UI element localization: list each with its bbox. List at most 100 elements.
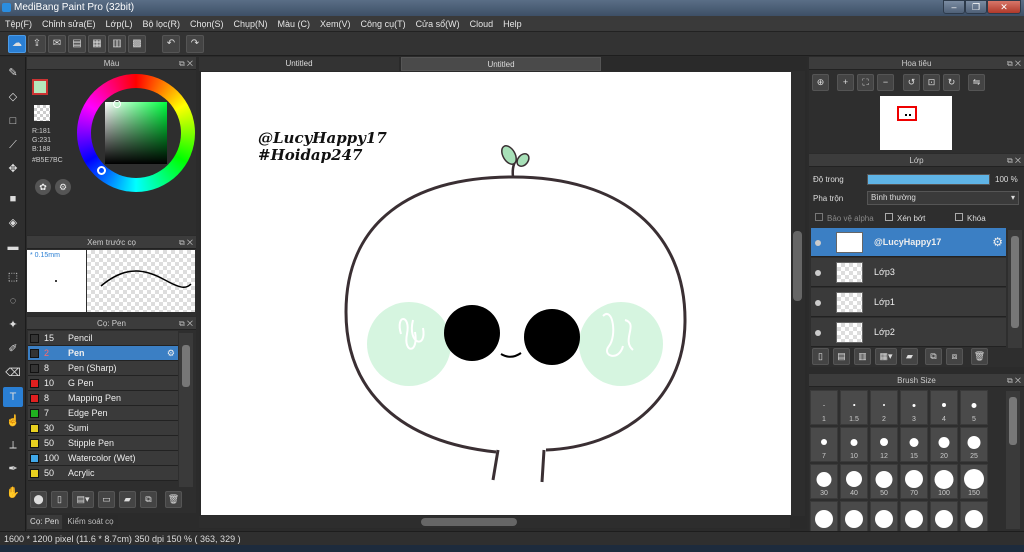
select-tool-icon[interactable]: ⬚	[3, 267, 23, 287]
panel-controls-icon[interactable]: ⧉ ✕	[1007, 374, 1021, 387]
brush-row[interactable]: 50 Acrylic	[28, 466, 178, 481]
merge-layer-icon[interactable]: ⧈	[946, 348, 963, 365]
brush-size-option[interactable]: 50	[870, 464, 898, 499]
brush-duplicate-icon[interactable]: ⧉	[140, 491, 157, 508]
zoom-out-icon[interactable]: −	[877, 74, 894, 91]
eye-icon[interactable]	[815, 300, 821, 306]
tab-brush-control[interactable]: Kiểm soát cọ	[63, 515, 118, 529]
palette-icon[interactable]: ✿	[35, 179, 51, 195]
transparent-swatch[interactable]	[34, 105, 50, 121]
brush-size-option[interactable]: 100	[930, 464, 958, 499]
gradient-tool-icon[interactable]: ▬	[3, 237, 23, 257]
center-icon[interactable]: ⊡	[923, 74, 940, 91]
doc-tab-2[interactable]: Untitled	[401, 57, 601, 71]
panel-controls-icon[interactable]: ⧉ ✕	[1007, 57, 1021, 70]
bucket-tool-icon[interactable]: ◈	[3, 213, 23, 233]
brush-copy-icon[interactable]: ▭	[98, 491, 115, 508]
brush-row[interactable]: 50 Stipple Pen	[28, 436, 178, 451]
layer-row[interactable]: Lớp2	[811, 318, 1006, 347]
lasso-tool-icon[interactable]: ◌	[3, 291, 23, 311]
brush-size-option[interactable]: 12	[870, 427, 898, 462]
eraser-tool-icon[interactable]: ◇	[3, 87, 23, 107]
undo-icon[interactable]: ↶	[162, 35, 180, 53]
delete-layer-icon[interactable]: 🗑	[971, 348, 988, 365]
brush-new-icon[interactable]: ▯	[51, 491, 68, 508]
panel-controls-icon[interactable]: ⧉ ✕	[179, 57, 193, 70]
color-picker-handle[interactable]	[113, 100, 121, 108]
brush-tool-icon[interactable]: ✎	[3, 63, 23, 83]
flip-icon[interactable]: ⇋	[968, 74, 985, 91]
drawing-canvas[interactable]: @LucyHappy17 #Hoidap247	[201, 72, 791, 515]
eyedropper-icon[interactable]: ✒	[3, 459, 23, 479]
menu-help[interactable]: Help	[498, 16, 527, 32]
brush-size-scrollbar[interactable]	[1006, 391, 1020, 529]
doc-tab-1[interactable]: Untitled	[199, 57, 399, 71]
close-button[interactable]: ✕	[987, 0, 1021, 14]
panel-controls-icon[interactable]: ⧉ ✕	[179, 317, 193, 330]
brush-size-option[interactable]: 1	[810, 390, 838, 425]
brush-row[interactable]: 30 Sumi	[28, 421, 178, 436]
brush-size-option[interactable]: 3	[900, 390, 928, 425]
grid-icon[interactable]: ▥	[108, 35, 126, 53]
share-icon[interactable]: ⇪	[28, 35, 46, 53]
hue-wheel[interactable]	[77, 74, 195, 192]
eye-icon[interactable]	[815, 240, 821, 246]
brush-size-option[interactable]: 15	[900, 427, 928, 462]
document-icon[interactable]: ▦	[88, 35, 106, 53]
new-layer-icon[interactable]: ▯	[812, 348, 829, 365]
duplicate-layer-icon[interactable]: ⧉	[925, 348, 942, 365]
brush-row[interactable]: 10 G Pen	[28, 376, 178, 391]
layer-row[interactable]: Lớp3	[811, 258, 1006, 287]
menu-filter[interactable]: Bộ lọc(R)	[137, 16, 185, 32]
brush-row[interactable]: 8 Pen (Sharp)	[28, 361, 178, 376]
page-icon[interactable]: ▤	[68, 35, 86, 53]
select-pen-icon[interactable]: ✐	[3, 339, 23, 359]
brush-size-option[interactable]: 30	[810, 464, 838, 499]
brush-size-option[interactable]: 150	[960, 464, 988, 499]
rotate-left-icon[interactable]: ↺	[903, 74, 920, 91]
comment-icon[interactable]: ✉	[48, 35, 66, 53]
brush-folder-icon[interactable]: ▰	[119, 491, 136, 508]
panel-controls-icon[interactable]: ⧉ ✕	[179, 236, 193, 249]
menu-view[interactable]: Xem(V)	[315, 16, 356, 32]
menu-layer[interactable]: Lớp(L)	[101, 16, 138, 32]
brush-list-scrollbar[interactable]	[179, 333, 193, 487]
zoom-in-icon[interactable]: +	[837, 74, 854, 91]
tab-brush[interactable]: Cọ: Pen	[27, 515, 62, 529]
lock-checkbox[interactable]	[955, 213, 963, 221]
brush-size-option[interactable]: 2	[870, 390, 898, 425]
tiles-icon[interactable]: ▩	[128, 35, 146, 53]
brush-row[interactable]: 15 Pencil	[28, 331, 178, 346]
zoom-reset-icon[interactable]: ⊕	[812, 74, 829, 91]
navigator-thumbnail[interactable]	[880, 96, 952, 150]
menu-window[interactable]: Cửa sổ(W)	[411, 16, 465, 32]
layer-dropdown-icon[interactable]: ▦▾	[875, 348, 897, 365]
divide-tool-icon[interactable]: ⟂	[3, 435, 23, 455]
shape-tool-icon[interactable]: □	[3, 111, 23, 131]
menu-select[interactable]: Chọn(S)	[185, 16, 229, 32]
hue-handle[interactable]	[97, 166, 106, 175]
brush-dropdown-icon[interactable]: ▤▾	[72, 491, 94, 508]
menu-tools[interactable]: Công cụ(T)	[356, 16, 411, 32]
brush-size-option[interactable]: 5	[960, 390, 988, 425]
layer-row[interactable]: Lớp1	[811, 288, 1006, 317]
horizontal-scrollbar[interactable]	[199, 516, 790, 528]
panel-controls-icon[interactable]: ⧉ ✕	[1007, 154, 1021, 167]
maximize-button[interactable]: ❐	[965, 0, 987, 14]
hand-tool-icon[interactable]: ✋	[3, 483, 23, 503]
move-tool-icon[interactable]: ✥	[3, 159, 23, 179]
brush-size-option[interactable]: 4	[930, 390, 958, 425]
brush-size-option[interactable]: 25	[960, 427, 988, 462]
operation-tool-icon[interactable]: ☝	[3, 411, 23, 431]
gear-icon[interactable]: ⚙	[167, 346, 175, 361]
clipping-checkbox[interactable]	[885, 213, 893, 221]
cloud-icon[interactable]: ☁	[8, 35, 26, 53]
layer-row[interactable]: @LucyHappy17 ⚙	[811, 228, 1006, 257]
brush-row[interactable]: 100 Watercolor (Wet)	[28, 451, 178, 466]
eye-icon[interactable]	[815, 330, 821, 336]
menu-edit[interactable]: Chỉnh sửa(E)	[37, 16, 101, 32]
magic-wand-icon[interactable]: ✦	[3, 315, 23, 335]
rotate-right-icon[interactable]: ↻	[943, 74, 960, 91]
fill-rect-tool-icon[interactable]: ■	[3, 189, 23, 209]
brush-row[interactable]: 7 Edge Pen	[28, 406, 178, 421]
